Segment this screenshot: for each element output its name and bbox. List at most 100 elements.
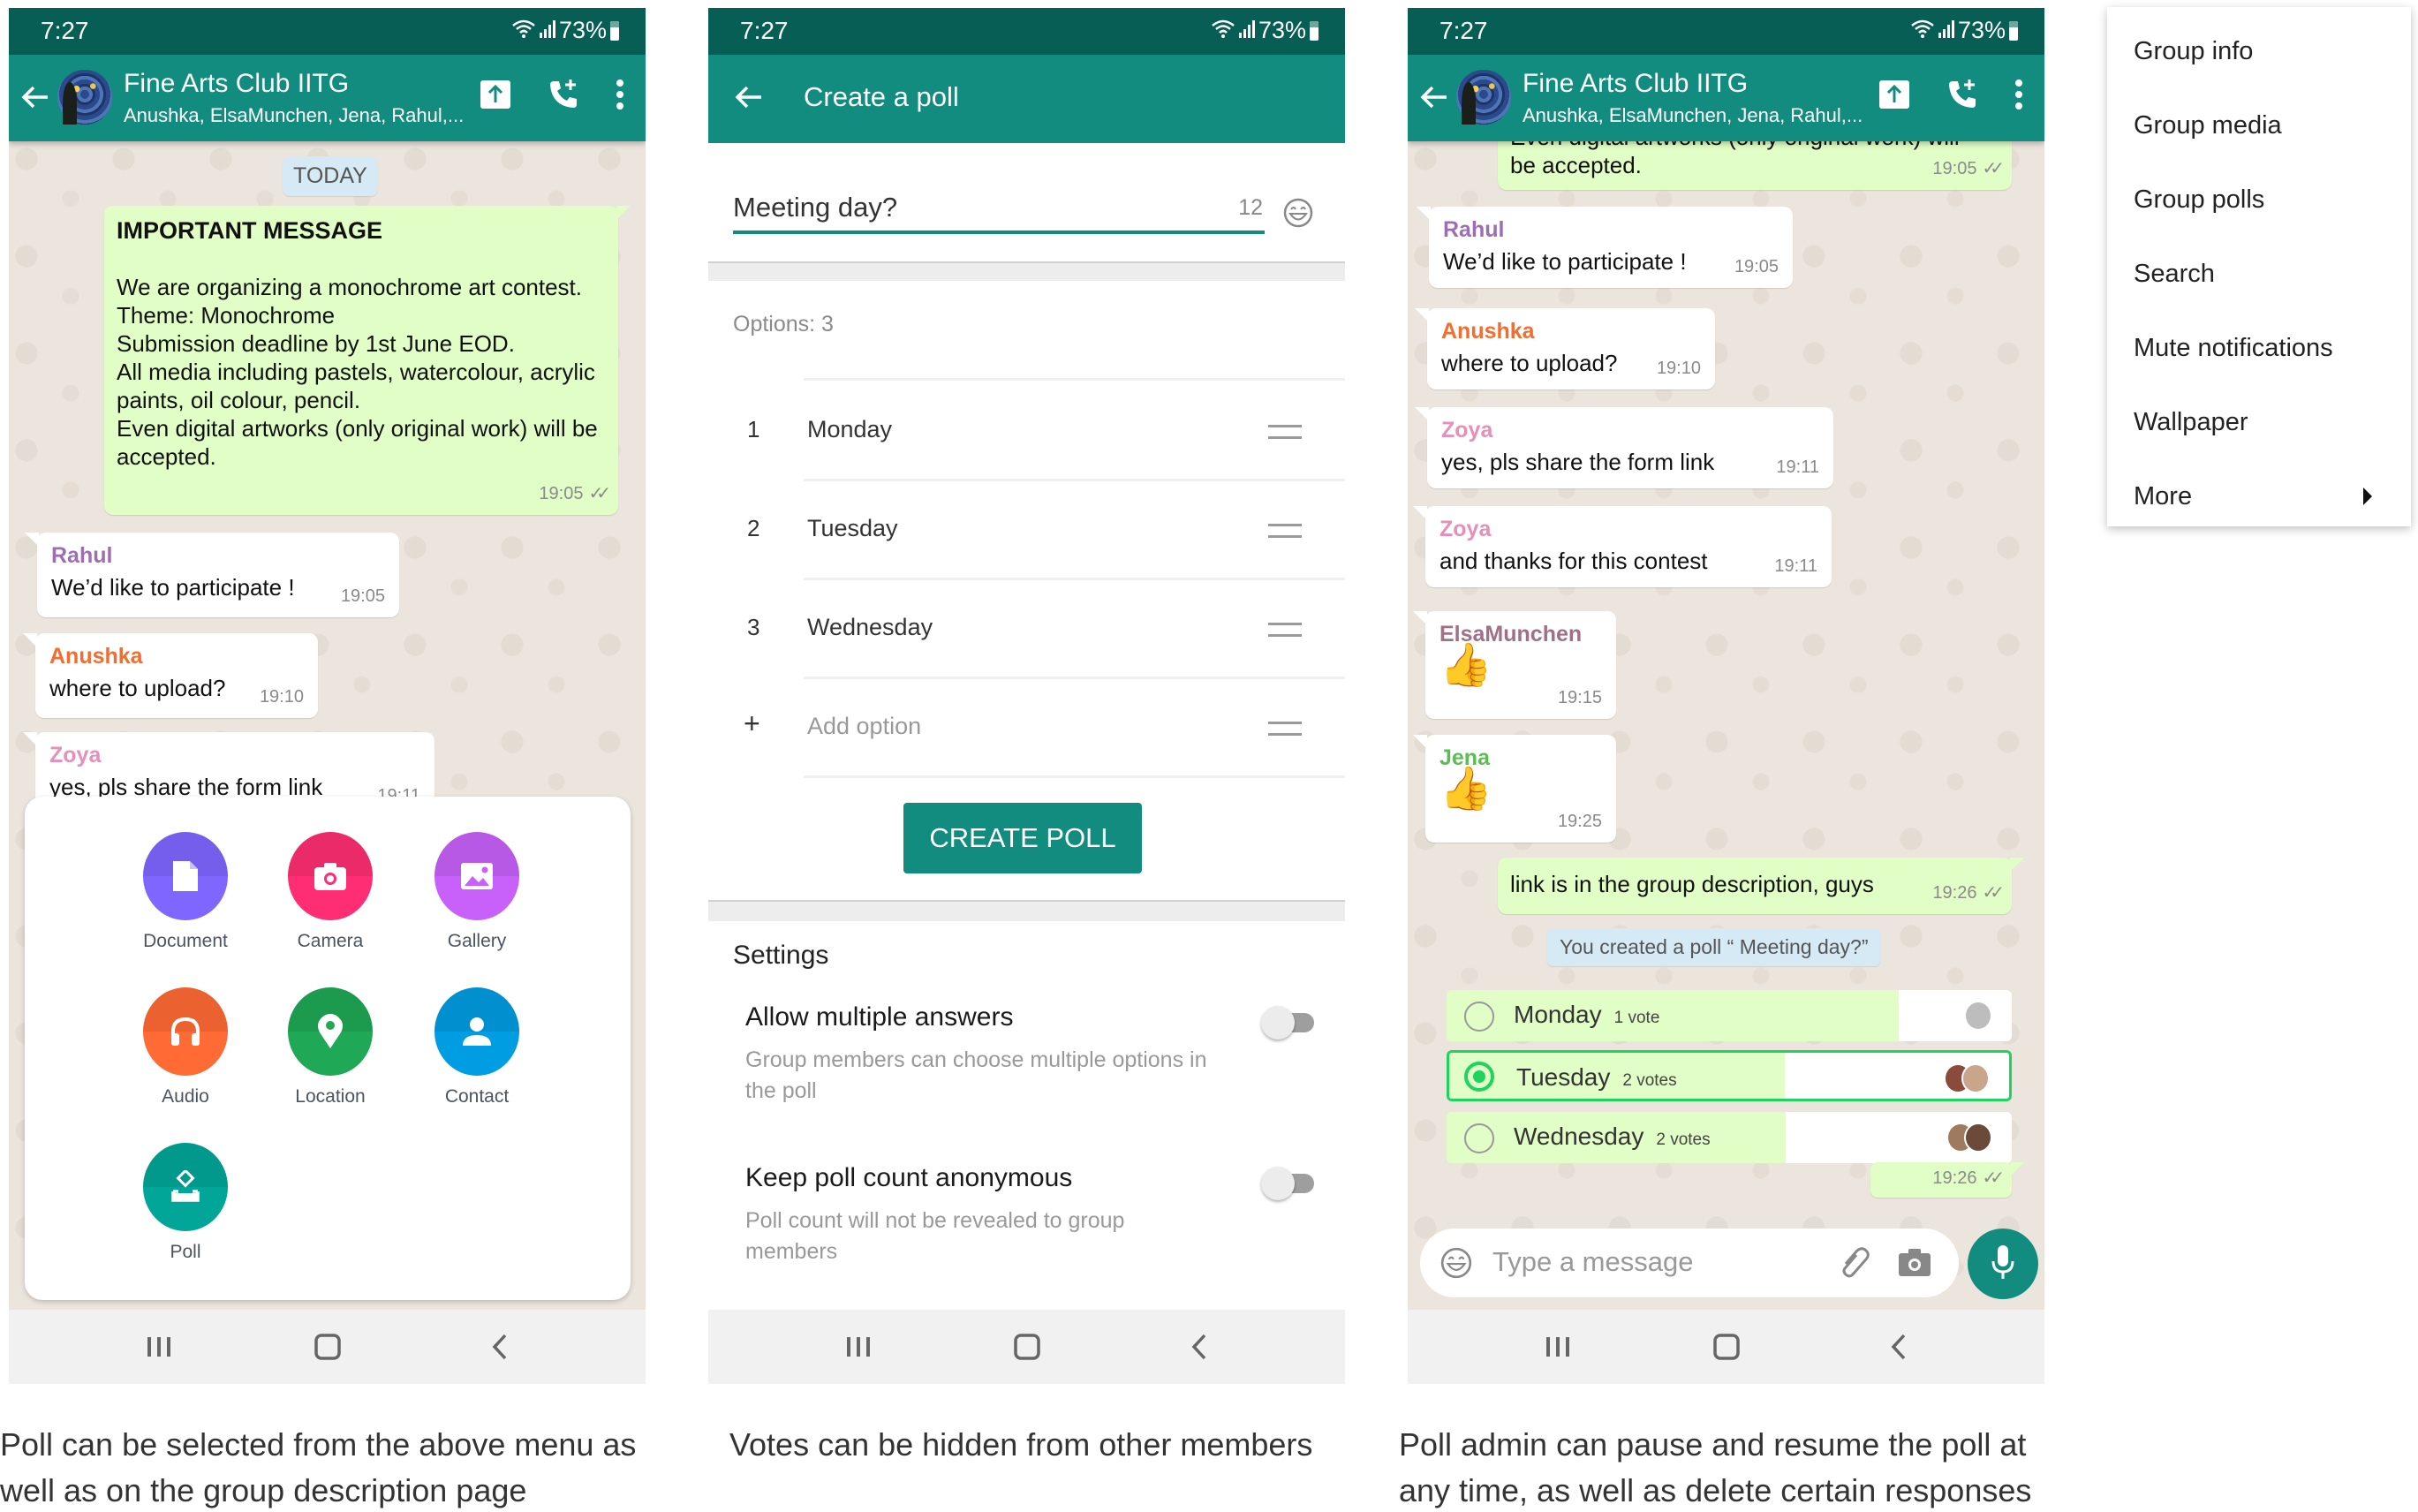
drag-handle-icon[interactable] (1268, 425, 1302, 439)
back-arrow-icon[interactable] (1417, 79, 1452, 115)
message-bubble[interactable]: ElsaMunchen 👍 19:15 (1413, 611, 1616, 719)
recent-apps-icon[interactable] (140, 1327, 178, 1366)
poll-icon (143, 1143, 228, 1231)
group-members[interactable]: Anushka, ElsaMunchen, Jena, Rahul,... (124, 104, 464, 127)
announcement-line: We are organizing a monochrome art conte… (117, 274, 583, 300)
poll-option-row[interactable]: 3 Wednesday (708, 580, 1345, 679)
message-bubble[interactable]: Zoya yes, pls share the form link 19:11 (1415, 407, 1833, 488)
group-name[interactable]: Fine Arts Club IITG (124, 69, 349, 99)
more-options-icon[interactable] (616, 79, 624, 115)
message-bubble-outgoing[interactable]: link is in the group description, guys 1… (1498, 858, 2024, 914)
attach-audio[interactable]: Audio (115, 987, 256, 1108)
plus-icon: + (744, 707, 760, 739)
attach-document[interactable]: Document (115, 832, 256, 952)
option-text[interactable]: Wednesday (807, 614, 933, 641)
camera-icon[interactable] (1897, 1246, 1932, 1282)
thumbs-up-emoji: 👍 (1439, 766, 1492, 813)
poll-question-input[interactable]: Meeting day? 12 (733, 185, 1265, 234)
drag-handle-icon[interactable] (1268, 722, 1302, 736)
sender-name: Zoya (49, 743, 102, 767)
option-text[interactable]: Monday (807, 416, 892, 443)
message-bubble[interactable]: Jena 👍 19:25 (1413, 735, 1616, 843)
group-name[interactable]: Fine Arts Club IITG (1523, 69, 1748, 99)
back-nav-icon[interactable] (1180, 1327, 1219, 1366)
menu-item-group-media[interactable]: Group media (2107, 88, 2411, 163)
radio-unchecked[interactable] (1464, 1123, 1494, 1153)
group-avatar[interactable] (57, 70, 112, 125)
back-nav-icon[interactable] (1879, 1327, 1918, 1366)
back-arrow-icon[interactable] (18, 79, 53, 115)
home-icon[interactable] (1707, 1327, 1746, 1366)
back-arrow-icon[interactable] (731, 79, 767, 115)
upload-icon[interactable] (480, 79, 511, 114)
poll-option-row[interactable]: 2 Tuesday (708, 481, 1345, 580)
status-time: 7:27 (740, 17, 789, 44)
thumbs-up-emoji: 👍 (1439, 642, 1492, 689)
message-bubble[interactable]: Rahul We’d like to participate ! 19:05 (1417, 207, 1793, 288)
add-call-icon[interactable] (1946, 78, 1979, 116)
mic-button[interactable] (1968, 1228, 2038, 1299)
option-text[interactable]: Tuesday (807, 515, 898, 542)
more-options-icon[interactable] (2014, 79, 2023, 115)
attach-camera[interactable]: Camera (260, 832, 401, 952)
create-poll-button[interactable]: CREATE POLL (903, 803, 1142, 873)
voter-avatar (1964, 1123, 1992, 1153)
attach-gallery[interactable]: Gallery (406, 832, 548, 952)
poll-option-tuesday[interactable]: Tuesday 2 votes (1447, 1050, 2012, 1101)
attach-contact[interactable]: Contact (406, 987, 548, 1108)
status-bar: 7:27 73% (1408, 8, 2044, 55)
menu-item-mute[interactable]: Mute notifications (2107, 311, 2411, 385)
attach-location[interactable]: Location (260, 987, 401, 1108)
voter-avatars[interactable] (1944, 1063, 1990, 1093)
wifi-icon (511, 17, 536, 44)
menu-item-more[interactable]: More (2107, 459, 2411, 533)
poll-option-wednesday[interactable]: Wednesday 2 votes (1447, 1112, 2012, 1163)
attach-poll[interactable]: Poll (115, 1143, 256, 1263)
menu-item-wallpaper[interactable]: Wallpaper (2107, 385, 2411, 459)
status-bar: 7:27 73% (9, 8, 646, 55)
recent-apps-icon[interactable] (839, 1327, 878, 1366)
menu-item-search[interactable]: Search (2107, 237, 2411, 311)
message-bubble[interactable]: Anushka where to upload? 19:10 (1415, 308, 1715, 389)
section-divider (708, 900, 1345, 921)
attach-paperclip-icon[interactable] (1839, 1244, 1870, 1286)
date-chip: TODAY (283, 156, 378, 196)
group-avatar[interactable] (1456, 70, 1511, 125)
announcement-heading: IMPORTANT MESSAGE (117, 217, 383, 244)
poll-option-monday[interactable]: Monday 1 vote (1447, 990, 2012, 1041)
add-option-row[interactable]: + Add option (708, 679, 1345, 778)
announcement-line: Theme: Monochrome (117, 302, 336, 329)
signal-icon (539, 17, 555, 44)
home-icon[interactable] (308, 1327, 347, 1366)
double-check-icon: ✓✓ (1982, 1168, 2004, 1188)
group-members[interactable]: Anushka, ElsaMunchen, Jena, Rahul,... (1523, 104, 1863, 127)
emoji-icon[interactable] (1439, 1246, 1473, 1284)
voter-avatars[interactable] (1964, 1001, 1992, 1031)
voter-avatars[interactable] (1946, 1123, 1992, 1153)
message-input[interactable]: Type a message (1420, 1228, 1959, 1297)
radio-checked[interactable] (1464, 1062, 1494, 1092)
message-input-placeholder: Type a message (1492, 1246, 1694, 1277)
message-bubble[interactable]: Zoya and thanks for this contest 19:11 (1413, 506, 1832, 587)
announcement-message[interactable]: IMPORTANT MESSAGE We are organizing a mo… (104, 206, 631, 515)
toggle-multiple-answers[interactable] (1261, 1004, 1318, 1040)
message-bubble[interactable]: Rahul We’d like to participate ! 19:05 (25, 533, 399, 617)
message-text: where to upload? (49, 675, 226, 701)
toggle-anonymous-count[interactable] (1261, 1165, 1318, 1200)
add-call-icon[interactable] (547, 78, 580, 116)
radio-unchecked[interactable] (1464, 1002, 1494, 1032)
poll-option-row[interactable]: 1 Monday (708, 382, 1345, 481)
add-option-input[interactable]: Add option (807, 713, 921, 740)
home-icon[interactable] (1008, 1327, 1047, 1366)
back-nav-icon[interactable] (480, 1327, 519, 1366)
drag-handle-icon[interactable] (1268, 524, 1302, 538)
overflow-menu: Group info Group media Group polls Searc… (2107, 7, 2411, 526)
menu-item-group-info[interactable]: Group info (2107, 14, 2411, 88)
message-bubble[interactable]: Anushka where to upload? 19:10 (23, 633, 318, 718)
upload-icon[interactable] (1878, 79, 1910, 114)
emoji-icon[interactable] (1282, 197, 1314, 229)
message-time: 19:10 (259, 687, 304, 707)
recent-apps-icon[interactable] (1538, 1327, 1577, 1366)
drag-handle-icon[interactable] (1268, 623, 1302, 637)
menu-item-group-polls[interactable]: Group polls (2107, 163, 2411, 237)
